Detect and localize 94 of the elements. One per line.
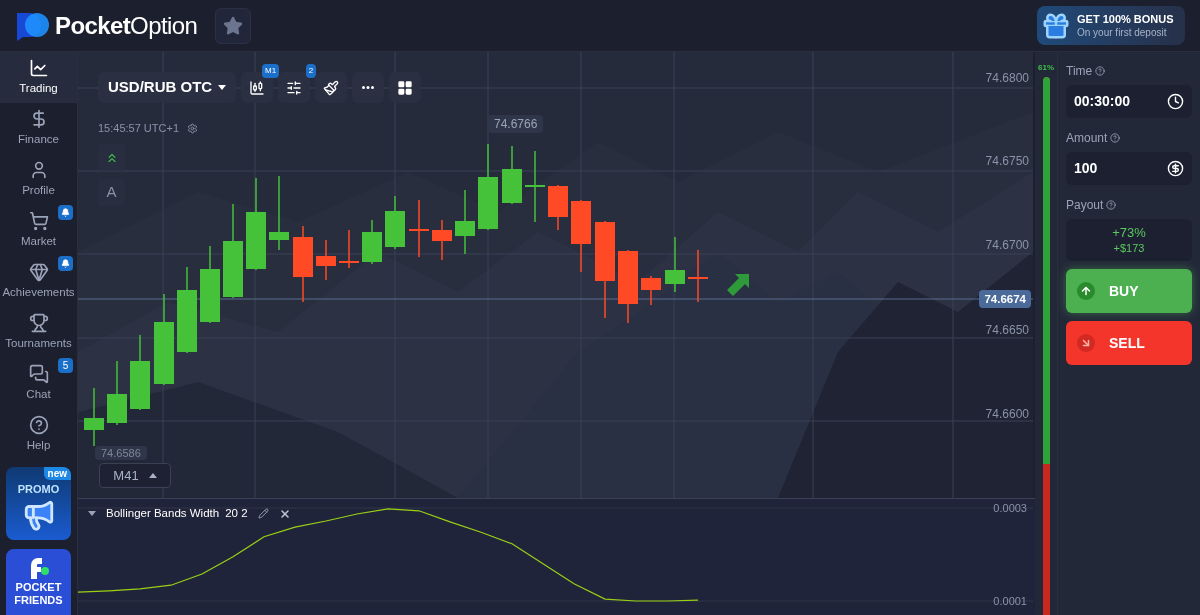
candlestick [362,219,382,265]
more-icon [362,86,375,89]
toolbar-button[interactable] [389,72,422,103]
candlestick [107,360,127,426]
candlestick [84,387,104,446]
sidebar-item[interactable]: Profile [0,154,77,205]
collapse-caret-icon[interactable] [88,511,96,517]
candlestick [688,249,708,303]
indicator-name: Bollinger Bands Width [106,506,220,521]
cart-icon [28,210,49,231]
down-arrow-icon [1080,337,1092,349]
toolbar-badge: M1 [262,64,280,78]
sliders-icon [286,79,303,96]
sidebar-item[interactable]: Trading [0,52,77,103]
count-badge: 5 [58,358,73,373]
toolbar-badge: 2 [305,64,317,78]
bonus-title: GET 100% BONUS [1077,12,1174,26]
input-field[interactable]: 00:30:00 [1066,85,1192,118]
sidebar-item[interactable]: Achievements [0,256,77,307]
sidebar-item[interactable]: Help [0,409,77,460]
logo-text: PocketOption [55,10,198,41]
logo-icon [15,10,51,41]
price-axis-label: 74.6600 [985,406,1029,423]
price-axis-label: 74.6700 [985,237,1029,254]
brush-icon [323,79,340,96]
indicator-axis-label: 0.0003 [993,502,1027,514]
new-tag: new [43,467,71,480]
star-icon [223,15,244,36]
high-price-label: 74.6766 [488,115,544,133]
server-time: 15:45:57 UTC+1 [98,121,180,136]
pocket-friends-label: POCKET FRIENDS [13,581,64,607]
pocket-friends-card[interactable]: POCKET FRIENDS [6,549,71,615]
candlestick [641,275,661,306]
line-chart-icon [28,57,49,78]
candlestick [339,229,359,269]
candlestick-icon [249,79,266,96]
payout-percent: +73% [1112,225,1146,241]
diamond-icon [28,261,49,282]
sentiment-reading: 61% [1038,62,1054,74]
low-price-label: 74.6586 [95,446,147,460]
chat-icon [28,363,49,384]
promo-card[interactable]: new PROMO [6,467,71,540]
payout-profit: +$173 [1113,241,1145,255]
candlestick [316,239,336,281]
dollar-circle-icon [1167,160,1184,177]
caret-icon [218,85,227,90]
help-icon [1110,133,1121,143]
edit-icon [257,508,269,520]
sidebar-item[interactable]: Market [0,205,77,256]
price-axis-label: 74.6800 [985,70,1029,87]
price-axis-label: 74.6650 [985,322,1029,339]
settings-icon [187,122,199,134]
clock-icon [1167,93,1184,110]
notification-badge [58,256,73,271]
candlestick [385,195,405,250]
current-price-label: 74.6674 [979,290,1031,308]
trophy-icon [28,312,49,333]
notification-badge [58,205,73,220]
candlestick [432,219,452,261]
input-field[interactable]: 100 [1066,152,1192,185]
candlestick [502,145,522,205]
sell-button[interactable]: SELL [1066,321,1192,365]
candlestick [409,199,429,258]
candlestick [548,184,568,231]
sidebar-item[interactable]: Tournaments [0,307,77,358]
sidebar-item[interactable]: Chat 5 [0,358,77,409]
caret-up-icon [148,473,157,478]
indicator-axis-label: 0.0001 [993,595,1027,607]
indicator-params: 20 2 [225,506,248,521]
toolbar-button[interactable] [241,72,274,103]
help-icon [1095,66,1106,76]
bonus-button[interactable]: GET 100% BONUS On your first deposit [1037,6,1185,45]
candlestick [665,236,685,293]
field-label: Time [1066,63,1093,80]
toolbar-button[interactable] [278,72,311,103]
help-icon [28,414,49,435]
help-icon [1106,200,1117,210]
sidebar-item[interactable]: Finance [0,103,77,154]
field-label: Payout [1066,197,1104,214]
timeframe-button[interactable]: M41 [99,463,171,488]
text-tool-button[interactable]: A [98,179,125,206]
favorite-button[interactable] [215,7,252,44]
toolbar-button[interactable] [315,72,348,103]
up-arrow-icon [1080,285,1092,297]
promo-label: PROMO [17,482,60,497]
candlestick [455,189,475,255]
trend-tool-button[interactable] [98,144,125,171]
price-axis-label: 74.6750 [985,153,1029,170]
grid-icon [397,79,414,96]
close-icon [278,507,291,520]
gift-icon [1041,10,1071,41]
bonus-subtitle: On your first deposit [1077,25,1167,39]
asset-dropdown[interactable]: USD/RUB OTC [98,72,237,103]
field-label: Amount [1066,130,1108,147]
